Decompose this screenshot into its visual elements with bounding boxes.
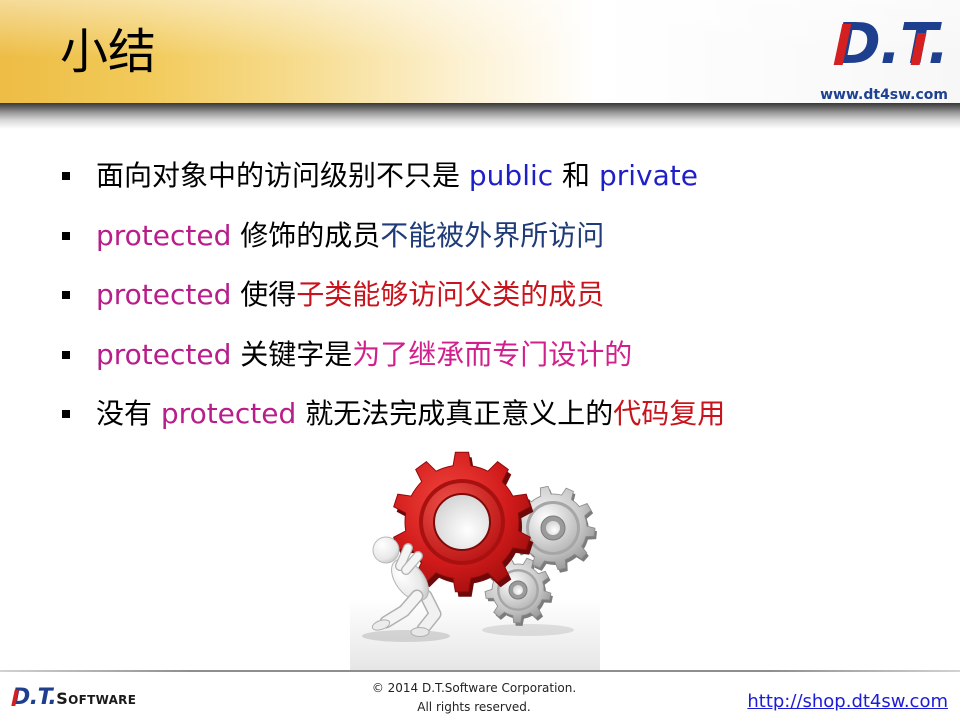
plain-text: 关键字是 <box>231 337 353 371</box>
bullet-marker <box>62 291 70 299</box>
red-gear-hole <box>433 493 491 551</box>
bullet-text: protected 关键字是为了继承而专门设计的 <box>96 325 632 385</box>
logo-dot: . <box>879 12 901 77</box>
slide-title: 小结 <box>60 24 157 80</box>
bullet-text: protected 修饰的成员不能被外界所访问 <box>96 206 604 266</box>
logo-dot: . <box>29 685 38 710</box>
bullet-marker <box>62 172 70 180</box>
footer-logo: D.T.SOFTWARE <box>11 684 137 714</box>
slide-header: 小结 D.T. www.dt4sw.com <box>0 0 960 104</box>
keyword-protected: protected <box>160 397 297 430</box>
header-divider <box>0 103 960 129</box>
keyword-protected: protected <box>96 278 232 311</box>
bullet-item: protected 关键字是为了继承而专门设计的 <box>0 325 960 385</box>
gears-illustration <box>350 451 600 670</box>
footer-divider <box>0 670 960 672</box>
highlight-text: 代码复用 <box>613 397 726 430</box>
copyright-text: © 2014 D.T.Software Corporation. <box>371 681 577 695</box>
bullet-marker <box>62 410 70 418</box>
figure-floor-shadow <box>362 630 450 642</box>
dt-logo-mark: D.T. <box>833 12 949 77</box>
logo-url: www.dt4sw.com <box>820 87 948 103</box>
plain-text: 没有 <box>96 397 161 430</box>
plain-text: 就无法完成真正意义上的 <box>296 397 614 430</box>
grey-gear-large-hole <box>546 521 560 535</box>
keyword-protected: protected <box>96 337 232 371</box>
keyword-protected: protected <box>96 218 232 252</box>
shop-link[interactable]: http://shop.dt4sw.com <box>747 690 948 714</box>
bullet-marker <box>62 231 70 240</box>
bullet-item: protected 使得子类能够访问父类的成员 <box>0 265 960 325</box>
bullet-text: protected 使得子类能够访问父类的成员 <box>96 265 604 325</box>
highlight-text: 为了继承而专门设计的 <box>352 337 633 371</box>
logo-letter-t: T <box>37 685 49 710</box>
highlight-text: 子类能够访问父类的成员 <box>296 278 605 311</box>
gears-floor-shadow <box>482 624 574 636</box>
plain-text: 面向对象中的访问级别不只是 <box>96 159 469 192</box>
bullet-marker <box>62 350 70 359</box>
bullet-item: 面向对象中的访问级别不只是 public 和 private <box>0 146 960 206</box>
bullet-text: 没有 protected 就无法完成真正意义上的代码复用 <box>96 384 725 444</box>
bullet-text: 面向对象中的访问级别不只是 public 和 private <box>96 146 698 206</box>
highlight-text: 不能被外界所访问 <box>380 218 605 252</box>
rights-text: All rights reserved. <box>417 700 531 714</box>
figure-head <box>372 536 400 564</box>
logo-dot: . <box>927 12 949 77</box>
bullet-item: 没有 protected 就无法完成真正意义上的代码复用 <box>0 384 960 444</box>
grey-gear-small-hole <box>513 585 523 595</box>
bullet-list: 面向对象中的访问级别不只是 public 和 private protected… <box>0 146 960 444</box>
keyword-public: public <box>468 159 554 192</box>
logo-dot: . <box>48 685 57 710</box>
plain-text: 修饰的成员 <box>231 218 381 252</box>
plain-text: 使得 <box>231 278 297 311</box>
figure-back-foot <box>410 627 430 637</box>
footer-logo-mark: D.T. <box>11 684 57 712</box>
bullet-item: protected 修饰的成员不能被外界所访问 <box>0 206 960 266</box>
plain-text: 和 <box>553 159 599 192</box>
keyword-private: private <box>598 159 698 192</box>
footer-logo-word: SOFTWARE <box>56 689 137 708</box>
